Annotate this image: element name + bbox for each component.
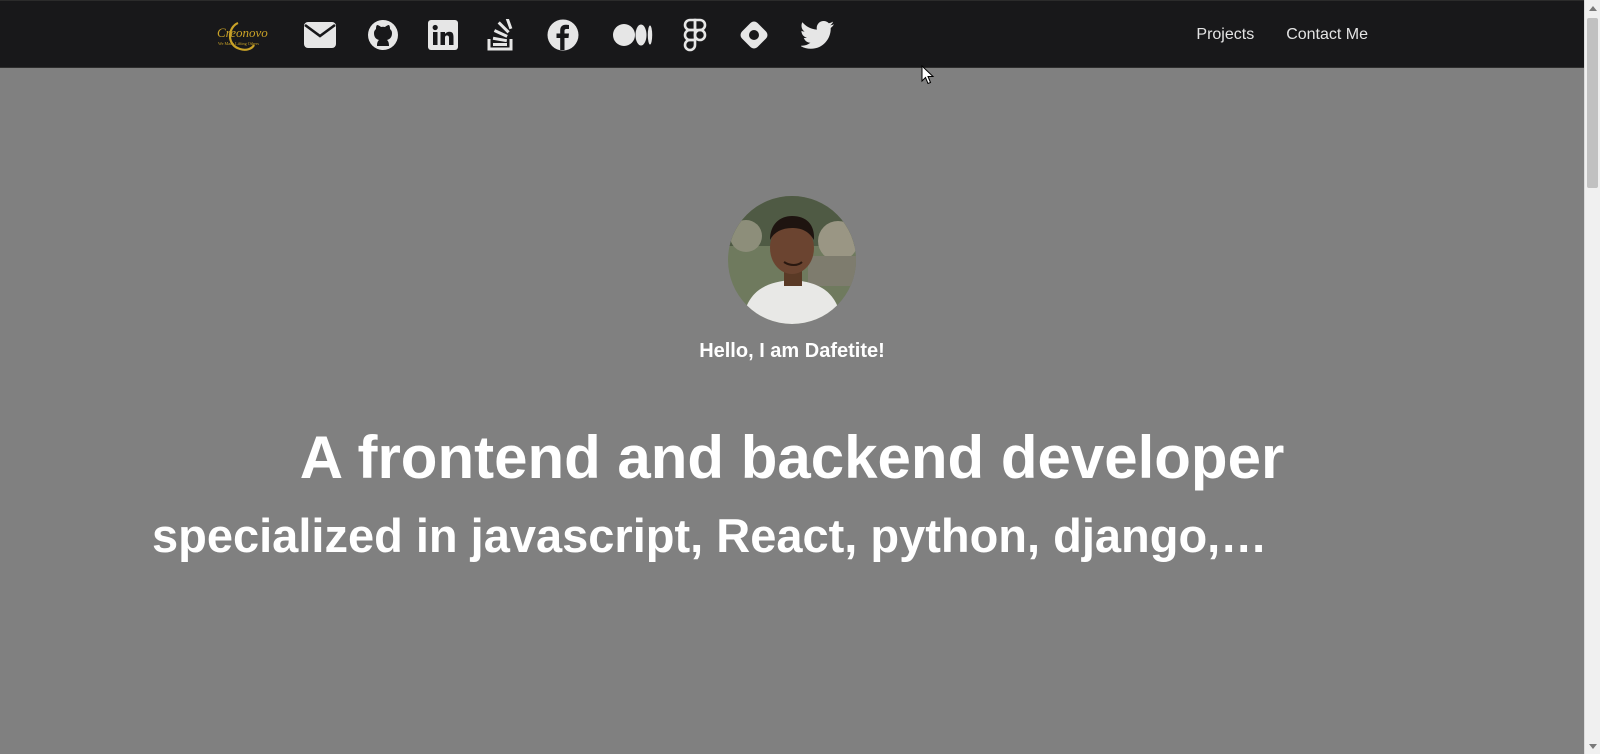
stackoverflow-link[interactable] xyxy=(484,18,518,52)
logo-tagline: We Make Lifting Others xyxy=(218,41,259,46)
logo-mark-icon: Creonovo We Make Lifting Others xyxy=(217,21,268,51)
hero-subline: specialized in javascript, React, python… xyxy=(152,509,1268,562)
linkedin-link[interactable] xyxy=(426,18,460,52)
email-link[interactable] xyxy=(303,18,337,52)
nav-projects-link[interactable]: Projects xyxy=(1196,26,1254,44)
email-icon xyxy=(304,22,336,48)
codementor-link[interactable] xyxy=(737,18,771,52)
logo-text: Creonovo xyxy=(217,25,268,40)
scroll-down-arrow-icon[interactable] xyxy=(1585,738,1600,754)
scrollbar-thumb[interactable] xyxy=(1587,18,1598,188)
facebook-link[interactable] xyxy=(546,18,580,52)
stackoverflow-icon xyxy=(487,19,513,51)
portfolio-page: Creonovo We Make Lifting Others Projects… xyxy=(0,0,1600,754)
figma-link[interactable] xyxy=(678,18,712,52)
twitter-link[interactable] xyxy=(801,18,835,52)
github-icon xyxy=(368,20,398,50)
codementor-icon xyxy=(740,21,768,49)
medium-link[interactable] xyxy=(612,18,654,52)
profile-avatar xyxy=(728,196,856,324)
vertical-scrollbar[interactable] xyxy=(1584,0,1600,754)
hero-greeting: Hello, I am Dafetite! xyxy=(699,340,885,362)
mouse-cursor-icon xyxy=(921,64,935,85)
nav-links: Projects Contact Me xyxy=(1196,1,1368,69)
linkedin-icon xyxy=(428,20,458,50)
profile-photo-icon xyxy=(728,196,856,324)
scroll-up-arrow-icon[interactable] xyxy=(1585,0,1600,16)
nav-contact-link[interactable]: Contact Me xyxy=(1286,26,1368,44)
top-navbar: Creonovo We Make Lifting Others Projects… xyxy=(0,0,1584,68)
brand-logo[interactable]: Creonovo We Make Lifting Others xyxy=(214,15,274,55)
hero-headline: A frontend and backend developer xyxy=(299,424,1285,491)
github-link[interactable] xyxy=(366,18,400,52)
facebook-icon xyxy=(547,19,579,51)
twitter-icon xyxy=(801,21,834,49)
figma-icon xyxy=(683,18,707,52)
medium-icon xyxy=(613,24,653,46)
